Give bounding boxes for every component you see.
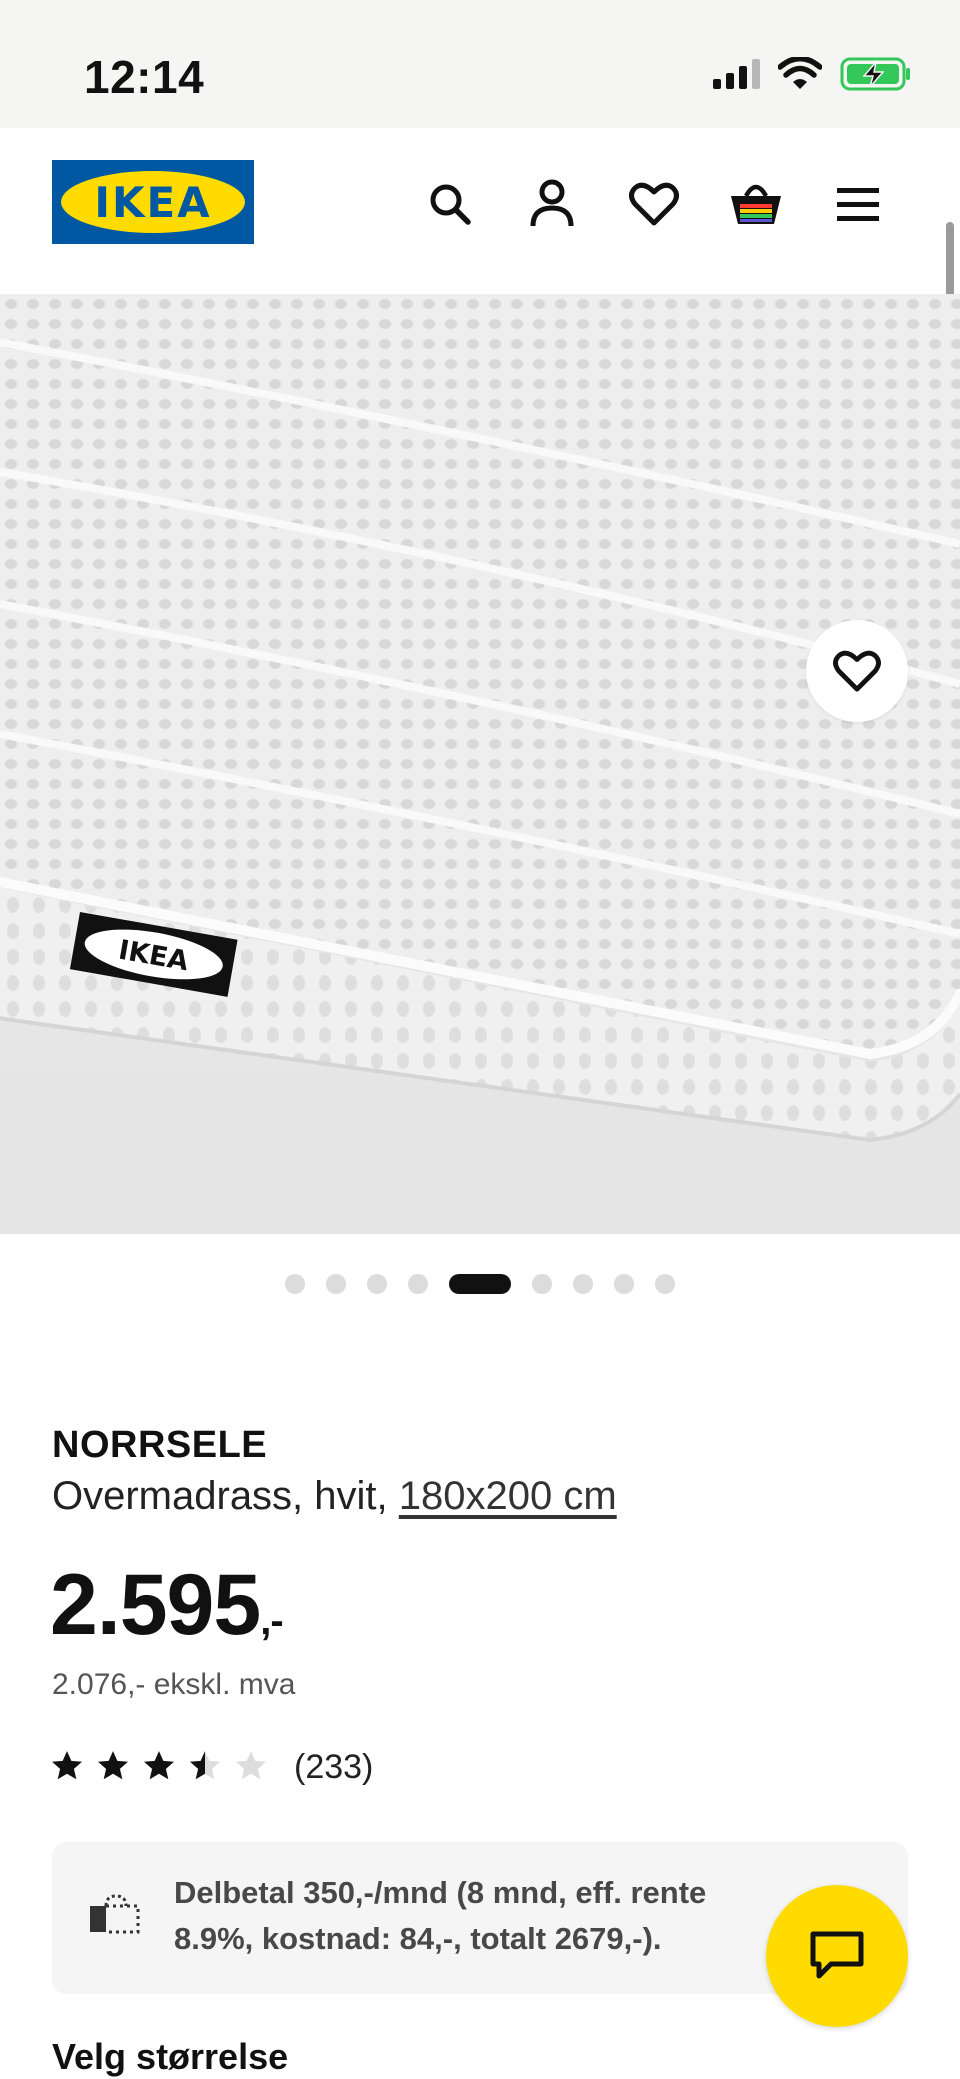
product-price: 2.595,-: [50, 1556, 284, 1655]
save-to-favourites-button[interactable]: [806, 620, 908, 722]
header-actions: [420, 174, 888, 234]
shopping-bag-icon[interactable]: [726, 174, 786, 234]
installment-payment-icon: [86, 1892, 142, 1944]
choose-size-heading: Velg størrelse: [52, 2036, 289, 2077]
product-size-link[interactable]: 180x200 cm: [399, 1474, 617, 1518]
price-main: 2.595: [50, 1557, 261, 1653]
star-icon: [234, 1749, 268, 1786]
installment-text: Delbetal 350,-/mnd (8 mnd, eff. rente 8.…: [174, 1875, 707, 1956]
wifi-icon: [778, 57, 822, 89]
logo-oval: IKEA: [61, 171, 245, 233]
star-icon: [96, 1749, 130, 1786]
product-type: Overmadrass, hvit,: [52, 1474, 388, 1518]
star-icon: [50, 1749, 84, 1786]
profile-icon[interactable]: [522, 174, 582, 234]
product-name: NORRSELE: [52, 1424, 268, 1466]
rating-stars: [50, 1749, 268, 1786]
status-icons: [713, 52, 912, 96]
menu-icon[interactable]: [828, 174, 888, 234]
signal-icon: [713, 59, 760, 89]
carousel-dot[interactable]: [408, 1274, 428, 1294]
mattress-topper-illustration: IKEA: [0, 294, 960, 1234]
carousel-dot[interactable]: [326, 1274, 346, 1294]
status-time: 12:14: [84, 51, 205, 103]
carousel-dot[interactable]: [614, 1274, 634, 1294]
product-description: Overmadrass, hvit, 180x200 cm: [52, 1474, 617, 1519]
chat-button[interactable]: [766, 1885, 908, 2027]
carousel-dot[interactable]: [449, 1274, 511, 1294]
favourites-heart-icon[interactable]: [624, 174, 684, 234]
chat-bubble-icon: [810, 1931, 864, 1979]
logo-text: IKEA: [94, 177, 212, 227]
product-rating[interactable]: (233): [50, 1748, 373, 1787]
heart-icon: [833, 650, 881, 692]
price-excluding-vat: 2.076,- ekskl. mva: [52, 1668, 296, 1701]
status-bar: 12:14: [0, 0, 960, 128]
search-icon[interactable]: [420, 174, 480, 234]
carousel-dot[interactable]: [367, 1274, 387, 1294]
star-icon: [188, 1749, 222, 1786]
site-header: IKEA: [0, 128, 960, 294]
carousel-dot[interactable]: [655, 1274, 675, 1294]
carousel-dot[interactable]: [573, 1274, 593, 1294]
price-suffix: ,-: [260, 1599, 283, 1643]
star-icon: [142, 1749, 176, 1786]
image-carousel-indicator: [0, 1274, 960, 1294]
product-image[interactable]: IKEA: [0, 294, 960, 1234]
carousel-dot[interactable]: [285, 1274, 305, 1294]
carousel-dot[interactable]: [532, 1274, 552, 1294]
battery-charging-icon: [840, 57, 910, 91]
rating-count[interactable]: (233): [294, 1748, 373, 1787]
ikea-logo[interactable]: IKEA: [52, 160, 254, 244]
